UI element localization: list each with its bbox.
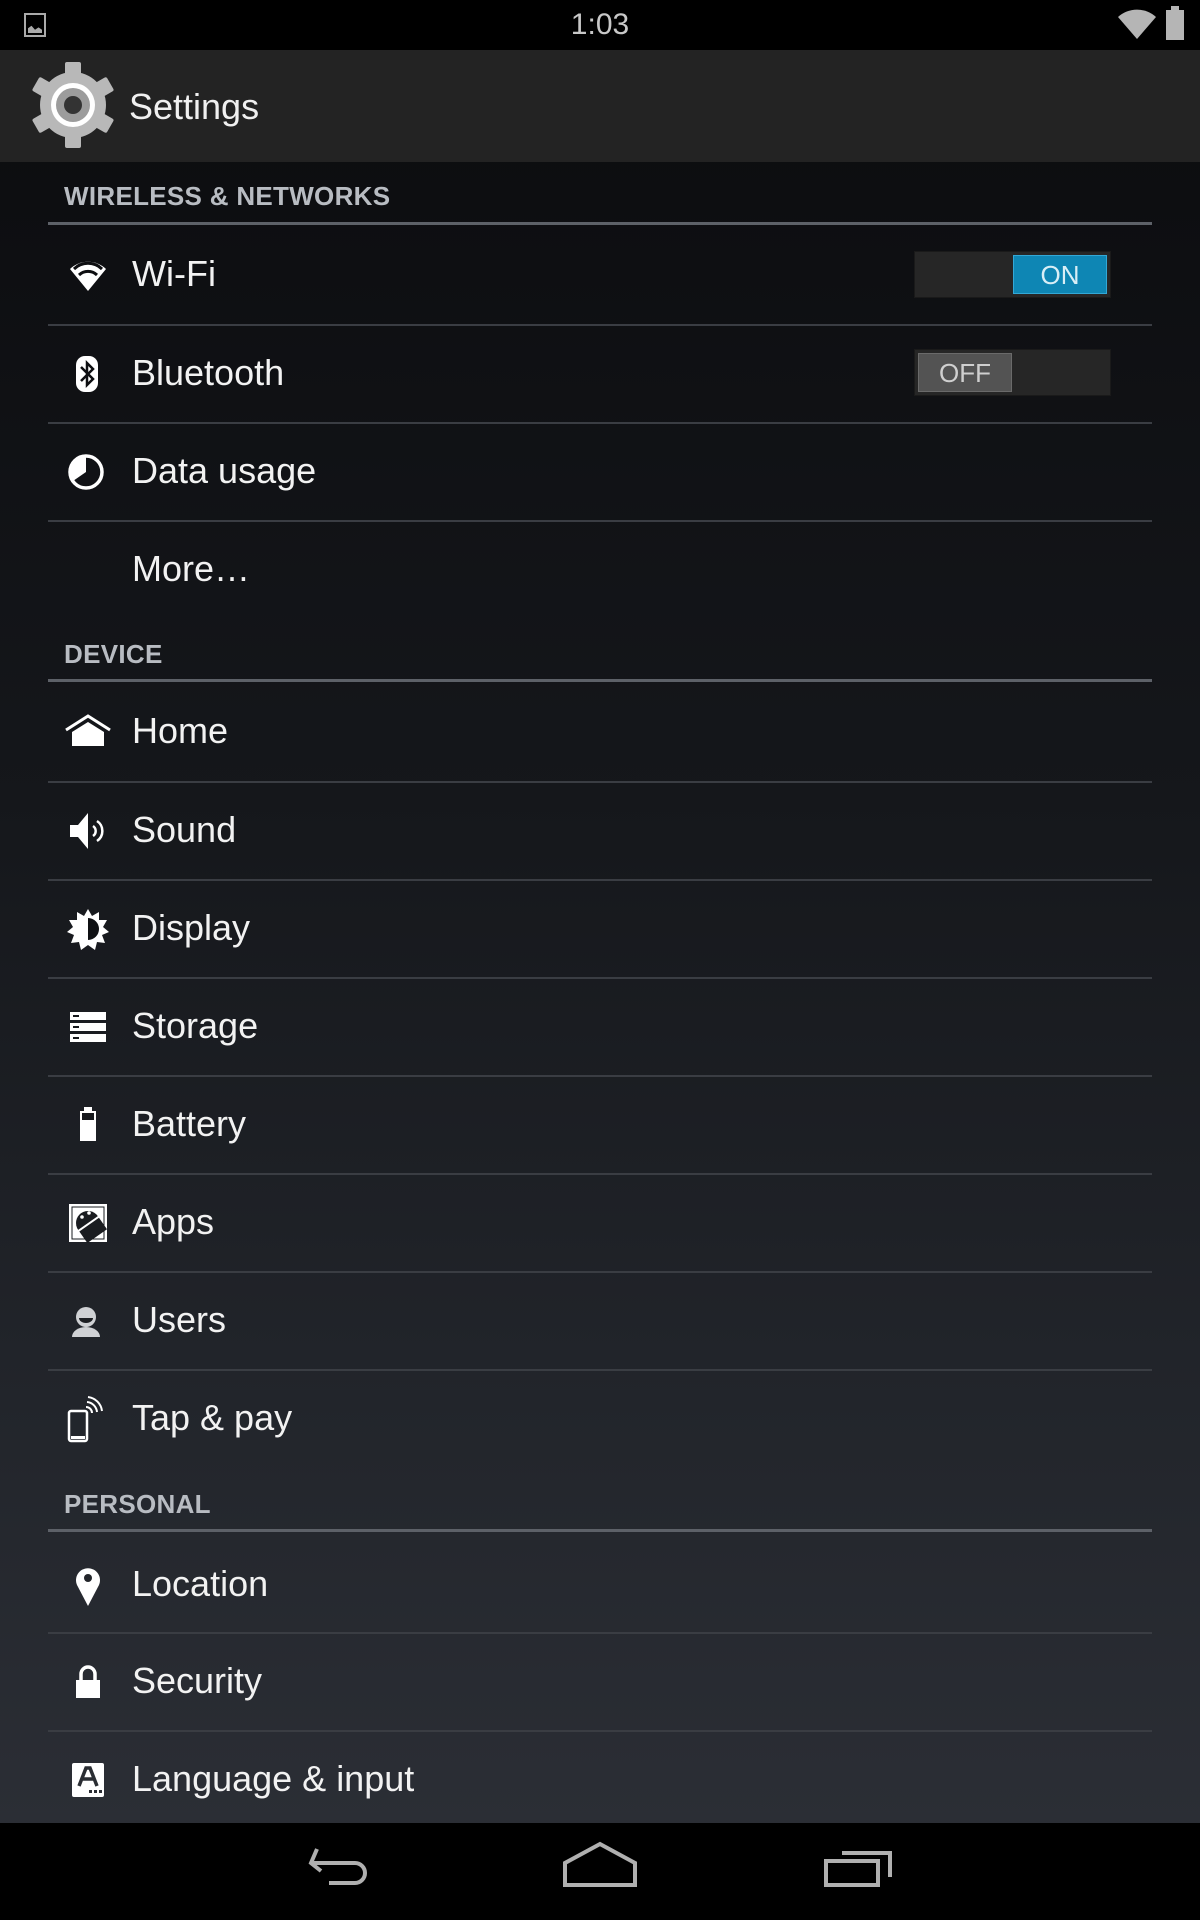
settings-item-label: Data usage: [132, 450, 317, 492]
back-icon: [308, 1848, 367, 1885]
apps-android-icon: [64, 1199, 112, 1247]
settings-item-label: Home: [132, 710, 229, 752]
settings-item-label: Battery: [132, 1103, 247, 1145]
settings-item-label: Sound: [132, 809, 237, 851]
settings-item-label: Security: [132, 1660, 263, 1702]
bluetooth-icon: [64, 350, 112, 398]
settings-item-label: Display: [132, 907, 251, 949]
settings-item-label: Bluetooth: [132, 352, 285, 394]
toggle-thumb: ON: [1013, 255, 1107, 294]
section-rule: [48, 1529, 1152, 1532]
wifi-toggle[interactable]: ON: [914, 251, 1111, 298]
toggle-thumb: OFF: [918, 353, 1012, 392]
section-rule: [48, 222, 1152, 225]
settings-item-label: Tap & pay: [132, 1397, 293, 1439]
settings-item-label: Users: [132, 1299, 227, 1341]
settings-item-location[interactable]: Location: [0, 1536, 1200, 1634]
bluetooth-toggle[interactable]: OFF: [914, 349, 1111, 396]
section-header-device: DEVICE: [64, 639, 163, 669]
wifi-icon: [64, 251, 112, 299]
navigation-bar: [0, 1823, 1200, 1920]
settings-item-more[interactable]: More…: [0, 521, 1200, 619]
settings-item-apps[interactable]: Apps: [0, 1174, 1200, 1272]
storage-icon: [64, 1003, 112, 1051]
settings-item-label: Language & input: [132, 1758, 415, 1800]
settings-item-label: More…: [132, 548, 251, 590]
settings-item-bluetooth[interactable]: Bluetooth OFF: [0, 325, 1200, 423]
settings-item-battery[interactable]: Battery: [0, 1076, 1200, 1174]
settings-item-display[interactable]: Display: [0, 880, 1200, 978]
settings-item-wifi[interactable]: Wi-Fi ON: [0, 226, 1200, 324]
section-rule: [48, 679, 1152, 682]
nfc-phone-icon: [64, 1395, 112, 1443]
location-pin-icon: [64, 1561, 112, 1609]
settings-item-sound[interactable]: Sound: [0, 782, 1200, 880]
recent-apps-button[interactable]: [808, 1841, 908, 1901]
status-time: 1:03: [570, 8, 630, 41]
page-title: Settings: [129, 86, 260, 127]
keyboard-language-icon: [64, 1756, 112, 1804]
home-outline-icon: [563, 1841, 637, 1887]
settings-item-language-input[interactable]: Language & input: [0, 1731, 1200, 1829]
home-icon: [64, 708, 112, 756]
settings-item-storage[interactable]: Storage: [0, 978, 1200, 1076]
settings-item-label: Wi-Fi: [132, 253, 216, 295]
section-header-personal: PERSONAL: [64, 1489, 211, 1519]
settings-item-users[interactable]: Users: [0, 1272, 1200, 1370]
lock-icon: [64, 1658, 112, 1706]
speaker-icon: [64, 807, 112, 855]
user-icon: [64, 1297, 112, 1345]
wifi-signal-icon: [1118, 8, 1156, 40]
recent-apps-icon: [824, 1851, 892, 1887]
section-header-wireless: WIRELESS & NETWORKS: [64, 181, 391, 211]
status-bar: 1:03: [0, 0, 1200, 50]
brightness-icon: [64, 905, 112, 953]
home-button[interactable]: [550, 1841, 650, 1901]
settings-item-label: Storage: [132, 1005, 259, 1047]
settings-item-label: Location: [132, 1563, 269, 1605]
settings-item-data-usage[interactable]: Data usage: [0, 423, 1200, 521]
settings-item-tap-and-pay[interactable]: Tap & pay: [0, 1370, 1200, 1468]
back-button[interactable]: [293, 1841, 393, 1901]
settings-item-security[interactable]: Security: [0, 1633, 1200, 1731]
settings-item-home[interactable]: Home: [0, 683, 1200, 781]
settings-item-label: Apps: [132, 1201, 215, 1243]
battery-icon: [1166, 6, 1184, 40]
battery-icon: [64, 1101, 112, 1149]
settings-gear-icon[interactable]: [28, 60, 118, 150]
data-usage-icon: [64, 448, 112, 496]
